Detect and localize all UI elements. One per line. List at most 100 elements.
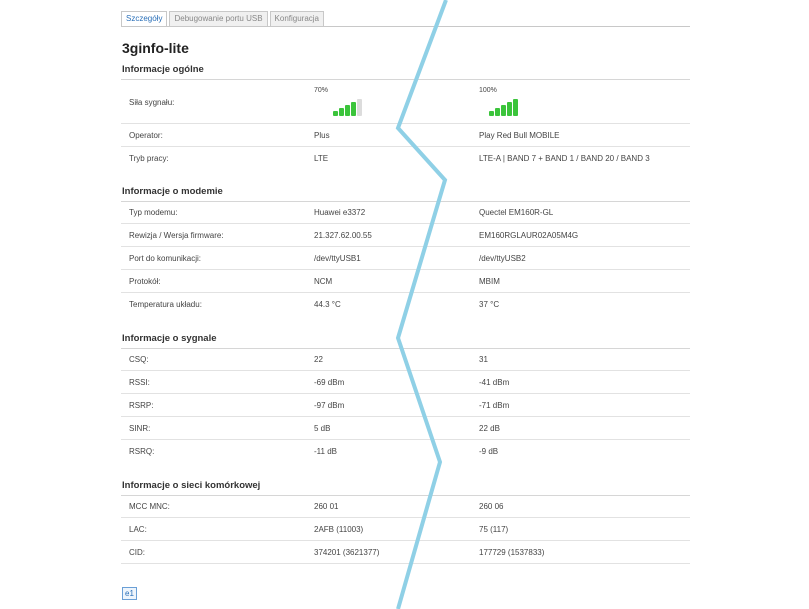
- row-rssi: RSSI: -69 dBm -41 dBm: [121, 372, 690, 394]
- row-divider: [121, 393, 690, 394]
- page-title: 3ginfo-lite: [122, 40, 189, 56]
- signal-bar: [489, 111, 494, 116]
- signal-bar: [507, 102, 512, 116]
- row-label: Typ modemu:: [129, 208, 178, 217]
- tab-divider: [121, 26, 690, 27]
- row-divider: [121, 563, 690, 564]
- row-label: MCC MNC:: [129, 502, 170, 511]
- row-temperature: Temperatura układu: 44.3 °C 37 °C: [121, 294, 690, 316]
- signal-left-percent: 70%: [314, 87, 329, 94]
- section-modem-heading: Informacje o modemie: [122, 186, 223, 197]
- cid-right-value: 177729 (1537833): [479, 548, 545, 557]
- row-label: RSRQ:: [129, 447, 155, 456]
- section-signal-heading: Informacje o sygnale: [122, 333, 217, 344]
- row-label: RSRP:: [129, 401, 154, 410]
- signal-left-bars: [333, 98, 362, 116]
- protocol-right-value: MBIM: [479, 277, 500, 286]
- section-cell-heading: Informacje o sieci komórkowej: [122, 480, 261, 491]
- modem-type-right-value: Quectel EM160R-GL: [479, 208, 554, 217]
- mcc-right-value: 260 06: [479, 502, 504, 511]
- row-protocol: Protokół: NCM MBIM: [121, 271, 690, 293]
- row-csq: CSQ: 22 31: [121, 349, 690, 371]
- row-label: Siła sygnału:: [129, 98, 175, 107]
- signal-bar: [339, 108, 344, 116]
- row-divider: [121, 223, 690, 224]
- row-label: Operator:: [129, 131, 163, 140]
- row-label: Protokół:: [129, 277, 161, 286]
- row-label: CSQ:: [129, 355, 149, 364]
- row-label: CID:: [129, 548, 145, 557]
- operator-left-value: Plus: [314, 131, 330, 140]
- section-general-heading: Informacje ogólne: [122, 64, 204, 75]
- row-label: LAC:: [129, 525, 147, 534]
- rsrq-right-value: -9 dB: [479, 447, 499, 456]
- row-mcc-mnc: MCC MNC: 260 01 260 06: [121, 496, 690, 518]
- csq-right-value: 31: [479, 355, 488, 364]
- row-rsrp: RSRP: -97 dBm -71 dBm: [121, 395, 690, 417]
- row-divider: [121, 439, 690, 440]
- signal-bar: [351, 102, 356, 116]
- rsrq-left-value: -11 dB: [314, 447, 337, 456]
- csq-left-value: 22: [314, 355, 323, 364]
- row-label: SINR:: [129, 424, 151, 433]
- row-modem-type: Typ modemu: Huawei e3372 Quectel EM160R-…: [121, 202, 690, 224]
- sinr-left-value: 5 dB: [314, 424, 331, 433]
- signal-right-bars: [489, 98, 518, 116]
- row-label: Temperatura układu:: [129, 300, 202, 309]
- firmware-left-value: 21.327.62.00.55: [314, 231, 372, 240]
- lac-left-value: 2AFB (11003): [314, 525, 364, 534]
- row-label: Tryb pracy:: [129, 154, 169, 163]
- signal-bar: [345, 105, 350, 116]
- row-operator: Operator: Plus Play Red Bull MOBILE: [121, 125, 690, 147]
- row-divider: [121, 292, 690, 293]
- row-rsrq: RSRQ: -11 dB -9 dB: [121, 441, 690, 463]
- signal-right-percent: 100%: [479, 87, 497, 94]
- rssi-right-value: -41 dBm: [479, 378, 510, 387]
- row-mode: Tryb pracy: LTE LTE-A | BAND 7 + BAND 1 …: [121, 148, 690, 170]
- row-label: Rewizja / Wersja firmware:: [129, 231, 224, 240]
- firmware-right-value: EM160RGLAUR02A05M4G: [479, 231, 579, 240]
- temperature-left-value: 44.3 °C: [314, 300, 341, 309]
- row-port: Port do komunikacji: /dev/ttyUSB1 /dev/t…: [121, 248, 690, 270]
- signal-bar: [357, 99, 362, 116]
- row-cid: CID: 374201 (3621377) 177729 (1537833): [121, 542, 690, 564]
- row-divider: [121, 123, 690, 124]
- modem-type-left-value: Huawei e3372: [314, 208, 366, 217]
- rsrp-left-value: -97 dBm: [314, 401, 345, 410]
- row-divider: [121, 146, 690, 147]
- signal-bar: [495, 108, 500, 116]
- row-lac: LAC: 2AFB (11003) 75 (117): [121, 519, 690, 541]
- lac-right-value: 75 (117): [479, 525, 509, 534]
- row-label: Port do komunikacji:: [129, 254, 202, 263]
- cid-left-value: 374201 (3621377): [314, 548, 380, 557]
- row-divider: [121, 269, 690, 270]
- row-sinr: SINR: 5 dB 22 dB: [121, 418, 690, 440]
- row-divider: [121, 416, 690, 417]
- operator-right-value: Play Red Bull MOBILE: [479, 131, 560, 140]
- signal-bar: [501, 105, 506, 116]
- row-firmware: Rewizja / Wersja firmware: 21.327.62.00.…: [121, 225, 690, 247]
- signal-bar: [333, 111, 338, 116]
- port-right-value: /dev/ttyUSB2: [479, 254, 526, 263]
- mcc-left-value: 260 01: [314, 502, 339, 511]
- signal-bar: [513, 99, 518, 116]
- row-label: RSSI:: [129, 378, 150, 387]
- row-divider: [121, 517, 690, 518]
- tab-usb-debug[interactable]: Debugowanie portu USB: [169, 11, 268, 27]
- port-left-value: /dev/ttyUSB1: [314, 254, 361, 263]
- row-divider: [121, 540, 690, 541]
- sinr-right-value: 22 dB: [479, 424, 500, 433]
- protocol-left-value: NCM: [314, 277, 333, 286]
- tab-configuration[interactable]: Konfiguracja: [269, 11, 325, 27]
- rssi-left-value: -69 dBm: [314, 378, 345, 387]
- row-signal-strength: Siła sygnału: 70% 100%: [121, 80, 690, 124]
- row-divider: [121, 370, 690, 371]
- legend-badge[interactable]: e1: [122, 587, 137, 600]
- rsrp-right-value: -71 dBm: [479, 401, 510, 410]
- temperature-right-value: 37 °C: [479, 300, 500, 309]
- mode-left-value: LTE: [314, 154, 329, 163]
- tab-details[interactable]: Szczegóły: [121, 11, 168, 27]
- row-divider: [121, 246, 690, 247]
- tab-bar: Szczegóły Debugowanie portu USB Konfigur…: [121, 11, 326, 27]
- mode-right-value: LTE-A | BAND 7 + BAND 1 / BAND 20 / BAND…: [479, 154, 650, 163]
